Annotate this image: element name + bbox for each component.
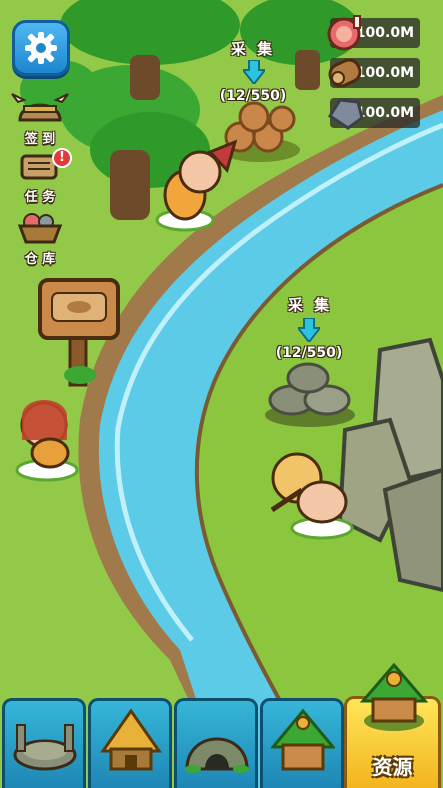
tab-resources[interactable]: 资源: [344, 662, 441, 788]
gear-icon: [25, 32, 57, 64]
warehouse-label: 仓 库: [24, 252, 56, 267]
stone-icon: [327, 98, 364, 130]
wood-gather-label: 采 集: [230, 40, 276, 58]
leaf-hut-icon: [271, 708, 335, 771]
down-arrow-icon: [243, 60, 265, 84]
warehouse-button[interactable]: 仓 库: [10, 210, 72, 267]
tab-leaf-hut[interactable]: [260, 698, 344, 788]
resource-panel: 100.0M 100.0M 100.0M: [327, 15, 422, 130]
cave-icon: [185, 737, 249, 773]
resource-hut-icon: [359, 662, 429, 731]
settings-button[interactable]: [12, 20, 70, 76]
game-scene: 签 到 ! 任 务 仓 库 100.0M 100.0M 100.0M 采 集 (…: [0, 0, 443, 788]
stone-gather-count: (12/550): [275, 345, 343, 361]
tab-resources-label: 资源: [372, 755, 413, 779]
straw-hut-icon: [100, 708, 162, 771]
viking-helmet-icon: [11, 93, 69, 122]
stone-gather-label: 采 集: [287, 296, 333, 314]
tab-straw-hut[interactable]: [88, 698, 172, 788]
checkin-button[interactable]: 签 到: [10, 92, 72, 147]
wood-gather-indicator[interactable]: 采 集 (12/550): [213, 38, 293, 110]
task-label: 任 务: [24, 190, 56, 205]
task-alert-badge: !: [52, 148, 72, 168]
storage-basket-icon: [17, 213, 63, 244]
tab-arena[interactable]: [2, 698, 86, 788]
checkin-label: 签 到: [24, 132, 56, 147]
task-button[interactable]: ! 任 务: [10, 148, 72, 205]
bottom-tab-bar: 资源: [0, 662, 443, 788]
arena-icon: [13, 724, 77, 771]
tab-cave[interactable]: [174, 698, 258, 788]
stone-gather-indicator[interactable]: 采 集 (12/550): [270, 294, 350, 366]
down-arrow-icon: [298, 318, 320, 342]
wood-log-icon: [328, 58, 362, 88]
wood-gather-count: (12/550): [219, 88, 287, 104]
meat-icon: [327, 15, 361, 51]
